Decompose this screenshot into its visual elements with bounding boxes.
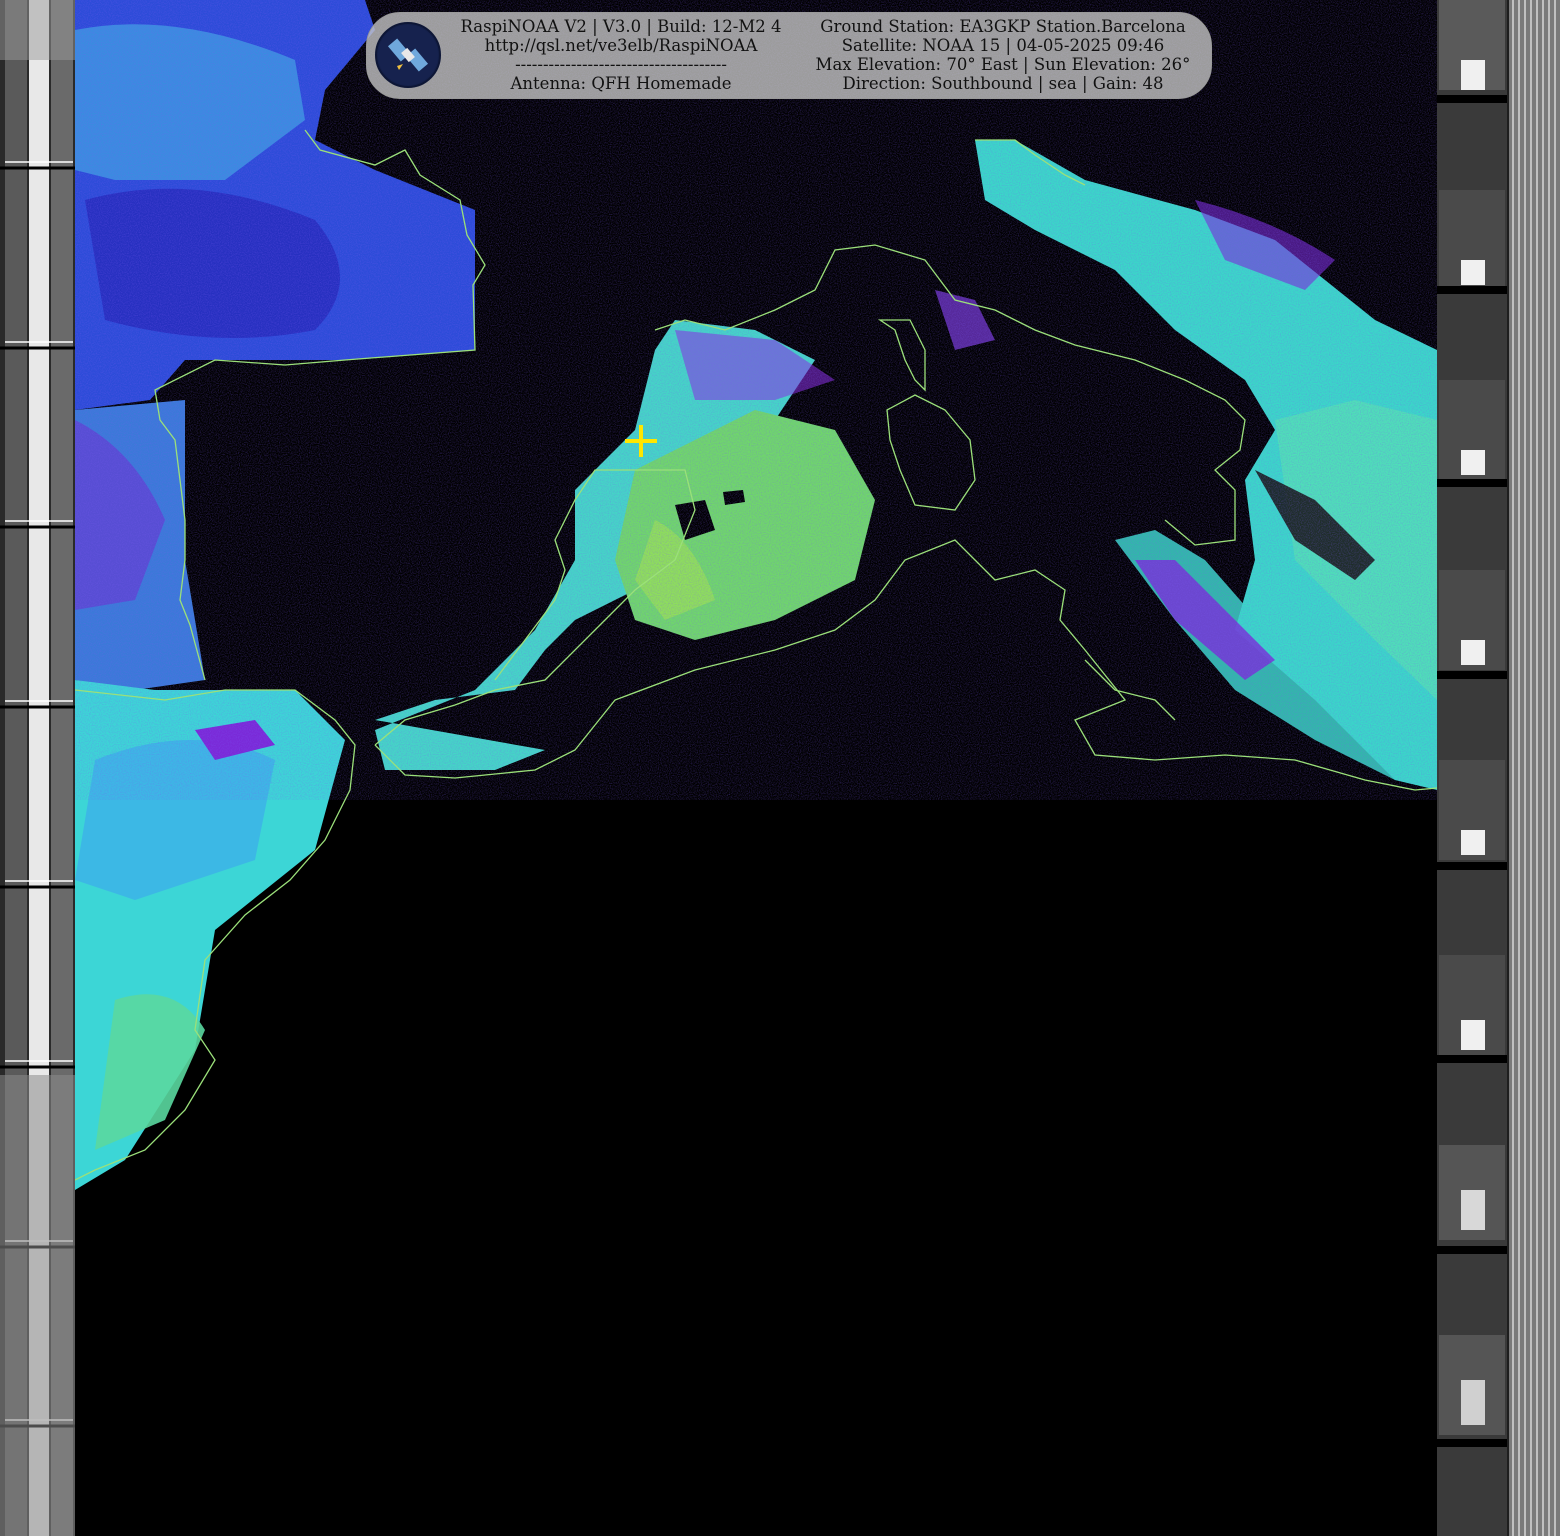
telemetry-bars-left xyxy=(0,0,75,1536)
station-info-right: Ground Station: EA3GKP Station.Barcelona… xyxy=(803,17,1203,93)
pass-info-panel: RaspiNOAA V2 | V3.0 | Build: 12-M2 4 htt… xyxy=(366,12,1212,99)
satellite-datetime: Satellite: NOAA 15 | 04-05-2025 09:46 xyxy=(841,36,1165,55)
satellite-image xyxy=(75,0,1437,1536)
elevation-info: Max Elevation: 70° East | Sun Elevation:… xyxy=(815,55,1191,74)
telemetry-strip-right xyxy=(1437,0,1560,1536)
software-version: RaspiNOAA V2 | V3.0 | Build: 12-M2 4 xyxy=(460,17,782,36)
telemetry-strip-left xyxy=(0,0,75,1536)
map-svg xyxy=(75,0,1437,1190)
project-url: http://qsl.net/ve3elb/RaspiNOAA xyxy=(484,36,758,55)
satellite-icon xyxy=(375,22,441,88)
antenna-info: Antenna: QFH Homemade xyxy=(510,74,732,93)
ground-station: Ground Station: EA3GKP Station.Barcelona xyxy=(820,17,1186,36)
telemetry-bars-right xyxy=(1437,0,1560,1536)
cloud-cover xyxy=(75,0,1437,1190)
station-info-left: RaspiNOAA V2 | V3.0 | Build: 12-M2 4 htt… xyxy=(451,17,791,93)
divider-line: -------------------------------------- xyxy=(515,55,727,74)
direction-gain: Direction: Southbound | sea | Gain: 48 xyxy=(842,74,1164,93)
